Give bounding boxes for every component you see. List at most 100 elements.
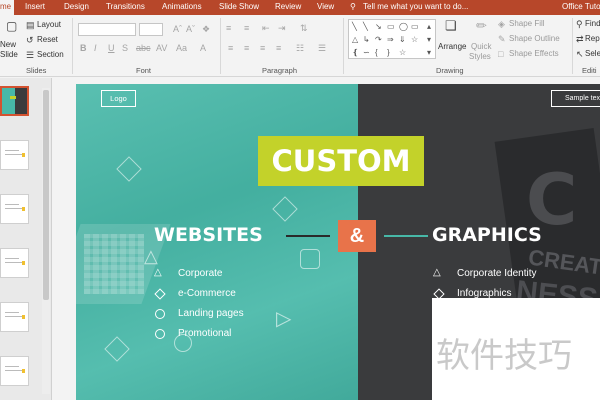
list-item[interactable]: e-Commerce [178, 288, 236, 299]
align-left-icon[interactable]: ≡ [228, 43, 233, 53]
tab-insert[interactable]: Insert [25, 2, 45, 11]
corner-shape-icon[interactable]: ↳ [363, 36, 370, 44]
char-spacing-icon[interactable]: AV [156, 43, 167, 53]
layout-button[interactable]: Layout [37, 20, 61, 29]
tell-me-search[interactable]: Tell me what you want to do... [363, 2, 468, 11]
slide-thumbnail[interactable]: 4 [0, 248, 29, 278]
list-item[interactable]: Corporate Identity [457, 268, 537, 279]
curve-shape-icon[interactable]: ∽ [363, 49, 370, 57]
ampersand-box[interactable]: & [338, 220, 376, 252]
decrease-indent-icon[interactable]: ⇤ [262, 23, 270, 33]
smartart-icon[interactable]: ☰ [318, 43, 326, 53]
custom-title-box[interactable]: CUSTOM [258, 136, 424, 186]
find-button[interactable]: Find [585, 19, 600, 28]
triangle-outline-icon: ▷ [276, 308, 292, 330]
shadow-icon[interactable]: S [122, 43, 128, 53]
font-color-icon[interactable]: A [200, 43, 206, 53]
tab-slide-show[interactable]: Slide Show [219, 2, 259, 11]
justify-icon[interactable]: ≡ [276, 43, 281, 53]
account-name[interactable]: Office Tuto [562, 2, 600, 11]
shape-fill-button[interactable]: Shape Fill [509, 19, 545, 28]
columns-icon[interactable]: ☷ [296, 43, 304, 53]
list-item[interactable]: Landing pages [178, 308, 244, 319]
clear-format-icon[interactable]: ❖ [202, 24, 210, 34]
increase-font-icon[interactable]: Aˆ [173, 24, 182, 34]
align-center-icon[interactable]: ≡ [244, 43, 249, 53]
thumbnails-scroll-thumb[interactable] [43, 90, 49, 300]
brace-shape-icon[interactable]: } [387, 49, 390, 57]
align-right-icon[interactable]: ≡ [260, 43, 265, 53]
triangle-bullet-icon: △ [433, 267, 441, 278]
arrow-shape-icon[interactable]: ↘ [375, 23, 382, 31]
arrow-shape-icon[interactable]: ↷ [375, 36, 382, 44]
line-shape-icon[interactable]: ╲ [363, 23, 368, 31]
font-family-select[interactable] [78, 23, 136, 36]
logo-placeholder[interactable]: Logo [101, 90, 136, 107]
rectangle-shape-icon[interactable]: ▭ [411, 23, 419, 31]
circle-bullet-icon [155, 309, 165, 319]
list-item[interactable]: Corporate [178, 268, 222, 279]
select-button[interactable]: Sele [585, 49, 600, 58]
quick-styles-icon[interactable]: ✏ [476, 19, 487, 32]
numbering-icon[interactable]: ≡ [244, 23, 249, 33]
tab-review[interactable]: Review [275, 2, 301, 11]
increase-indent-icon[interactable]: ⇥ [278, 23, 286, 33]
font-size-select[interactable] [139, 23, 163, 36]
tab-view[interactable]: View [317, 2, 334, 11]
down-arrow-shape-icon[interactable]: ⇓ [399, 36, 406, 44]
italic-icon[interactable]: I [94, 43, 97, 53]
shape-effects-icon: □ [498, 49, 504, 59]
slide-thumbnail[interactable]: 6 [0, 356, 29, 386]
more-shapes-icon[interactable]: ▾ [427, 49, 431, 57]
underline-icon[interactable]: U [108, 43, 115, 53]
right-arrow-shape-icon[interactable]: ⇒ [387, 36, 394, 44]
tab-transitions[interactable]: Transitions [106, 2, 145, 11]
triangle-shape-icon[interactable]: △ [352, 36, 358, 44]
decrease-font-icon[interactable]: Aˇ [186, 24, 195, 34]
ribbon-tab-bar: me Insert Design Transitions Animations … [0, 0, 600, 15]
editing-group-label: Editi [582, 66, 597, 75]
new-slide-label-2[interactable]: Slide [0, 50, 18, 59]
list-item[interactable]: Promotional [178, 328, 231, 339]
star-shape-icon[interactable]: ☆ [399, 49, 406, 57]
chevron-down-icon[interactable]: ▾ [427, 36, 431, 44]
tab-design[interactable]: Design [64, 2, 89, 11]
brace-shape-icon[interactable]: { [375, 49, 378, 57]
oval-shape-icon[interactable]: ◯ [399, 23, 408, 31]
arrange-icon[interactable]: ❏ [445, 19, 457, 32]
tab-animations[interactable]: Animations [162, 2, 202, 11]
text-direction-icon[interactable]: ⇅ [300, 23, 308, 33]
layout-icon: ▤ [26, 20, 35, 30]
reset-button[interactable]: Reset [37, 35, 58, 44]
bullets-icon[interactable]: ≡ [226, 23, 231, 33]
lightbulb-icon: ⚲ [350, 2, 356, 11]
shape-outline-button[interactable]: Shape Outline [509, 34, 560, 43]
quick-styles-label-2[interactable]: Styles [469, 52, 491, 61]
slide-thumbnail[interactable]: 5 [0, 302, 29, 332]
bold-icon[interactable]: B [80, 43, 87, 53]
replace-button[interactable]: Repl [585, 34, 600, 43]
rectangle-shape-icon[interactable]: ▭ [387, 23, 395, 31]
slide-thumbnail[interactable]: 2 [0, 140, 29, 170]
slide-thumbnail[interactable]: 3 [0, 194, 29, 224]
line-shape-icon[interactable]: ╲ [352, 23, 357, 31]
slides-group-label: Slides [26, 66, 47, 75]
graphics-heading[interactable]: GRAPHICS [432, 224, 542, 246]
shapes-gallery[interactable]: ╲ ╲ ↘ ▭ ◯ ▭ △ ↳ ↷ ⇒ ⇓ ☆ ❴ ∽ { } ☆ ▴ ▾ ▾ [348, 19, 436, 59]
sample-text-box[interactable]: Sample text [551, 90, 600, 107]
star-shape-icon[interactable]: ☆ [411, 36, 418, 44]
chevron-up-icon[interactable]: ▴ [427, 23, 431, 31]
keyboard-image [84, 234, 144, 294]
new-slide-icon[interactable]: ▢ [6, 20, 17, 32]
websites-heading[interactable]: WEBSITES [154, 224, 263, 246]
quick-styles-button[interactable]: Quick [471, 42, 491, 51]
new-slide-label[interactable]: New [0, 40, 16, 49]
slide-thumbnail[interactable] [0, 86, 29, 116]
tab-home[interactable]: me [0, 0, 15, 15]
section-button[interactable]: Section [37, 50, 64, 59]
change-case-icon[interactable]: Aa [176, 43, 187, 53]
bracket-shape-icon[interactable]: ❴ [352, 49, 359, 57]
shape-effects-button[interactable]: Shape Effects [509, 49, 559, 58]
arrange-button[interactable]: Arrange [438, 42, 466, 51]
strikethrough-icon[interactable]: abc [136, 43, 151, 53]
